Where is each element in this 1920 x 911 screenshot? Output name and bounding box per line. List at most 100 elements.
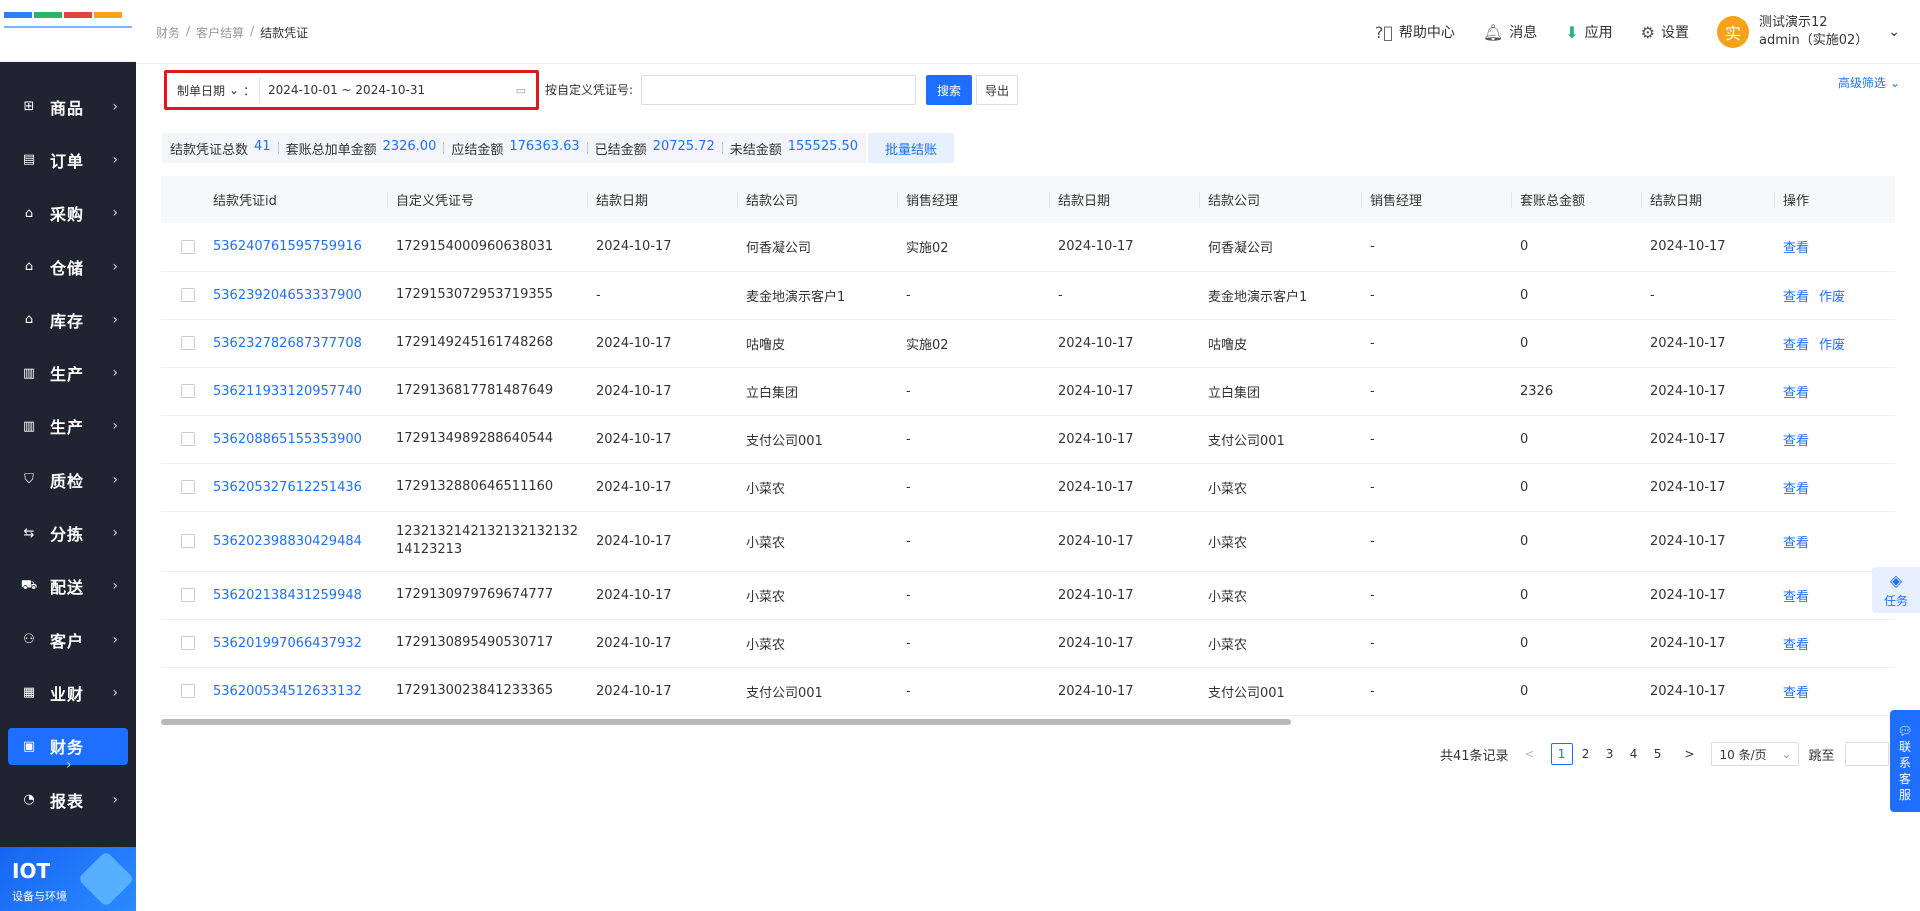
- stat-due: 176363.63: [509, 138, 580, 154]
- export-button[interactable]: 导出: [976, 75, 1018, 105]
- page-size-select[interactable]: 10 条/页 ⌄: [1710, 742, 1799, 766]
- page-number[interactable]: 3: [1599, 743, 1621, 765]
- advanced-filter-toggle[interactable]: 高级筛选 ⌄: [1838, 74, 1900, 91]
- view-link[interactable]: 查看: [1783, 434, 1809, 449]
- jump-page-input[interactable]: [1844, 742, 1889, 766]
- date-range-picker[interactable]: 2024-10-01 ~ 2024-10-31 ▭: [259, 77, 534, 103]
- prev-page-button[interactable]: <: [1519, 743, 1541, 765]
- breadcrumb-item[interactable]: 客户结算: [196, 24, 244, 41]
- view-link[interactable]: 查看: [1783, 536, 1809, 551]
- voucher-id-link[interactable]: 536205327612251436: [205, 463, 388, 512]
- page-number[interactable]: 2: [1575, 743, 1597, 765]
- apps-link[interactable]: ⬇ 应用: [1565, 22, 1612, 42]
- voucher-id-link[interactable]: 536208865155353900: [205, 415, 388, 464]
- table-row: 536232782687377708 1729149245161748268 202…: [161, 319, 1895, 368]
- sidebar-item-label: 商品: [50, 98, 85, 118]
- voucher-id-link[interactable]: 536232782687377708: [205, 319, 388, 368]
- voucher-id-link[interactable]: 536239204653337900: [205, 271, 388, 320]
- table-cell: 小菜农: [1200, 511, 1362, 572]
- next-page-button[interactable]: >: [1679, 743, 1701, 765]
- row-actions: 查看: [1775, 415, 1895, 464]
- table-cell: -: [898, 367, 1050, 416]
- truck-icon: ⛟: [20, 577, 38, 593]
- row-checkbox[interactable]: [181, 336, 195, 350]
- void-link[interactable]: 作废: [1819, 338, 1845, 353]
- settings-link[interactable]: ⚙ 设置: [1641, 22, 1689, 42]
- table-cell: -: [1642, 271, 1775, 320]
- sidebar-item[interactable]: ▦ 业财 ›: [0, 666, 136, 719]
- breadcrumb-item[interactable]: 财务: [156, 24, 180, 41]
- row-checkbox[interactable]: [181, 480, 195, 494]
- sidebar-item[interactable]: ⌂ 仓储 ›: [0, 240, 136, 293]
- view-link[interactable]: 查看: [1783, 638, 1809, 653]
- view-link[interactable]: 查看: [1783, 290, 1809, 305]
- sidebar-item[interactable]: ⌂ 库存 ›: [0, 293, 136, 346]
- sidebar-item[interactable]: ▥ 生产 ›: [0, 400, 136, 453]
- page-number[interactable]: 4: [1623, 743, 1645, 765]
- page-number[interactable]: 1: [1550, 743, 1573, 765]
- row-checkbox[interactable]: [181, 239, 195, 254]
- void-link[interactable]: 作废: [1819, 290, 1845, 305]
- chevron-right-icon: ›: [112, 631, 118, 648]
- sidebar-item[interactable]: ⇆ 分拣 ›: [0, 506, 136, 559]
- view-link[interactable]: 查看: [1783, 590, 1809, 605]
- table-row: 536205327612251436 1729132880646511160 202…: [161, 463, 1895, 512]
- table-cell: -: [898, 571, 1050, 620]
- sidebar-item-label: 生产: [50, 365, 85, 385]
- horizontal-scrollbar[interactable]: [161, 719, 1291, 725]
- date-type-select[interactable]: 制单日期 ⌄ ：: [177, 82, 255, 99]
- custom-voucher-input[interactable]: [641, 75, 916, 105]
- sidebar-item[interactable]: ⚇ 客户 ›: [0, 613, 136, 666]
- voucher-id-link[interactable]: 536240761595759916: [205, 223, 388, 272]
- row-checkbox[interactable]: [181, 432, 195, 446]
- row-checkbox[interactable]: [181, 288, 195, 302]
- pie-icon: ◔: [23, 792, 35, 807]
- sidebar-item[interactable]: ⊞ 商品 ›: [0, 80, 136, 133]
- view-link[interactable]: 查看: [1783, 241, 1809, 256]
- table-cell: 2024-10-17: [1642, 667, 1775, 716]
- table-cell: 2024-10-17: [588, 571, 738, 620]
- row-checkbox[interactable]: [181, 534, 195, 548]
- sidebar-item[interactable]: ⛟ 配送 ›: [0, 560, 136, 613]
- sidebar-item[interactable]: ◔ 报表 ›: [0, 773, 136, 826]
- pagination: 共41条记录 < 12345 > 10 条/页⌄ 跳至 页: [1440, 742, 1912, 766]
- row-checkbox[interactable]: [181, 384, 195, 398]
- table-cell: 2024-10-17: [1642, 223, 1775, 272]
- task-float-button[interactable]: ◈ 任务: [1872, 567, 1920, 613]
- table-cell: 0: [1512, 319, 1642, 368]
- view-link[interactable]: 查看: [1783, 686, 1809, 701]
- search-button[interactable]: 搜索: [926, 75, 972, 105]
- table-cell: 立白集团: [738, 367, 898, 416]
- voucher-id-link[interactable]: 536201997066437932: [205, 619, 388, 668]
- contact-service-button[interactable]: 💬︎ 联 系 客 服: [1890, 710, 1920, 812]
- row-checkbox[interactable]: [181, 588, 195, 602]
- iot-banner[interactable]: IOT 设备与环境: [0, 847, 136, 911]
- voucher-table: 结款凭证id 自定义凭证号 结款日期 结款公司 销售经理 结款日期 结款公司 销售经理 套账总金…: [161, 176, 1895, 718]
- view-link[interactable]: 查看: [1783, 482, 1809, 497]
- sidebar-item[interactable]: ▣ 财务 ›: [0, 720, 136, 773]
- header-select: [161, 176, 205, 223]
- voucher-id-link[interactable]: 536200534512633132: [205, 667, 388, 716]
- page-number[interactable]: 5: [1647, 743, 1669, 765]
- view-link[interactable]: 查看: [1783, 386, 1809, 401]
- help-center-link[interactable]: ?⃝ 帮助中心: [1375, 22, 1455, 42]
- app-logo[interactable]: [0, 0, 136, 62]
- sidebar-item[interactable]: ▤ 订单 ›: [0, 133, 136, 186]
- batch-settle-button[interactable]: 批量结账: [868, 133, 954, 163]
- voucher-id-link[interactable]: 536202398830429484: [205, 511, 388, 572]
- sidebar-item[interactable]: ⌂ 采购 ›: [0, 187, 136, 240]
- table-cell: 支付公司001: [1200, 415, 1362, 464]
- sidebar-item[interactable]: ⛉ 质检 ›: [0, 453, 136, 506]
- table-cell: 2024-10-17: [1050, 463, 1200, 512]
- row-checkbox[interactable]: [181, 684, 195, 698]
- user-menu[interactable]: 实 测试演示12 admin（实施02） ⌄: [1716, 14, 1900, 50]
- voucher-id-link[interactable]: 536202138431259948: [205, 571, 388, 620]
- messages-link[interactable]: 🔔︎ 消息: [1483, 22, 1537, 42]
- row-actions: 查看: [1775, 367, 1895, 416]
- sidebar-item[interactable]: ▥ 生产 ›: [0, 346, 136, 399]
- row-checkbox[interactable]: [181, 636, 195, 650]
- table-cell: -: [1362, 271, 1512, 320]
- voucher-id-link[interactable]: 536211933120957740: [205, 367, 388, 416]
- row-actions: 查看 作废: [1775, 319, 1895, 368]
- view-link[interactable]: 查看: [1783, 338, 1809, 353]
